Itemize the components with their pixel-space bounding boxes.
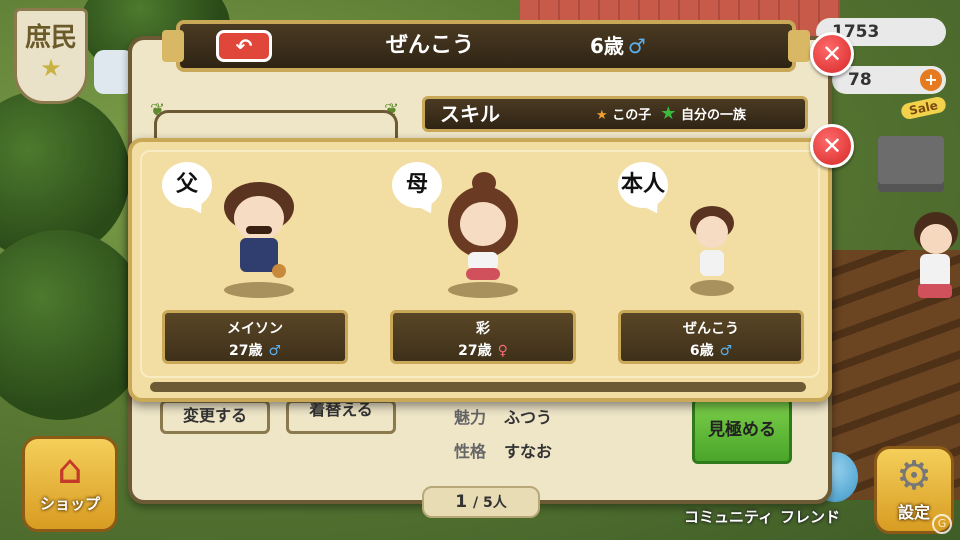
- close-panel-button[interactable]: ✕: [810, 32, 854, 76]
- judge-button[interactable]: 見極める: [692, 398, 792, 464]
- member-age-line: 27歳 ♂: [165, 340, 345, 360]
- page-indicator[interactable]: 1 / 5人: [422, 486, 540, 518]
- community-button[interactable]: コミュニティ: [684, 506, 773, 527]
- attribute-value: すなお: [504, 442, 553, 461]
- attribute-key: 魅力: [454, 408, 487, 427]
- role-bubble-father: 父: [162, 162, 212, 208]
- villager-character[interactable]: [906, 212, 960, 312]
- member-name: メイソン: [227, 321, 283, 337]
- member-age: 27歳: [228, 343, 263, 359]
- male-icon: ♂: [627, 34, 646, 58]
- mother-avatar[interactable]: [448, 172, 518, 298]
- change-button[interactable]: 変更する: [160, 400, 270, 434]
- name-tab-frame: [154, 110, 398, 140]
- father-avatar[interactable]: [224, 182, 294, 298]
- star-icon: ★: [40, 54, 62, 82]
- attribute-key: 性格: [454, 442, 487, 461]
- role-bubble-self: 本人: [618, 162, 668, 208]
- add-resource-button[interactable]: +: [920, 69, 942, 91]
- shop-button[interactable]: ⌂ ショップ: [22, 436, 118, 532]
- resource-2-value: 78: [848, 70, 872, 90]
- close-popup-button[interactable]: ✕: [810, 124, 854, 168]
- member-age: 27歳: [458, 343, 492, 359]
- family-card-father[interactable]: メイソン 27歳 ♂: [162, 310, 348, 364]
- family-card-mother[interactable]: 彩 27歳 ♀: [390, 310, 576, 364]
- role-bubble-mother: 母: [392, 162, 442, 208]
- settings-label: 設定: [897, 503, 930, 522]
- friend-button[interactable]: フレンド: [780, 506, 840, 527]
- page-current: 1: [455, 492, 468, 512]
- back-button[interactable]: ↶: [216, 30, 272, 62]
- popup-scrollbar[interactable]: [150, 382, 806, 392]
- planter-box: [878, 136, 944, 192]
- shop-icon: ⌂: [57, 447, 83, 493]
- attribute-row: 魅力 ふつう: [454, 404, 552, 428]
- male-icon: ♂: [268, 343, 282, 359]
- child-name-title: ぜんこう: [385, 33, 474, 58]
- skill-legend: ★ この子 ★ 自分の一族: [596, 98, 746, 132]
- skill-title: スキル: [440, 102, 500, 126]
- member-name: ぜんこう: [683, 321, 739, 337]
- undo-arrow-icon: ↶: [235, 34, 253, 58]
- attribute-row: 性格 すなお: [454, 438, 552, 462]
- legend-clan-label: 自分の一族: [680, 108, 746, 123]
- rank-badge[interactable]: 庶民 ★: [14, 8, 88, 104]
- page-total: / 5人: [473, 495, 507, 511]
- star-icon: ★: [660, 103, 677, 124]
- age-text: 6歳: [590, 34, 624, 58]
- star-icon: ★: [596, 108, 608, 123]
- child-age-title: 6歳 ♂: [590, 30, 646, 62]
- member-age-line: 6歳 ♂: [621, 340, 801, 360]
- member-age: 6歳: [689, 343, 714, 359]
- watermark-icon: G: [932, 514, 952, 534]
- change-clothes-button[interactable]: 着替える: [286, 400, 396, 434]
- legend-child-label: この子: [612, 108, 652, 123]
- gear-icon: ⚙: [896, 453, 932, 499]
- shop-label: ショップ: [39, 495, 100, 513]
- attribute-value: ふつう: [504, 408, 553, 427]
- member-name: 彩: [476, 321, 490, 337]
- rank-label: 庶民: [24, 23, 77, 53]
- male-icon: ♂: [719, 343, 733, 359]
- female-icon: ♀: [497, 343, 508, 359]
- member-age-line: 27歳 ♀: [393, 340, 573, 360]
- family-card-self[interactable]: ぜんこう 6歳 ♂: [618, 310, 804, 364]
- self-avatar[interactable]: [690, 206, 734, 296]
